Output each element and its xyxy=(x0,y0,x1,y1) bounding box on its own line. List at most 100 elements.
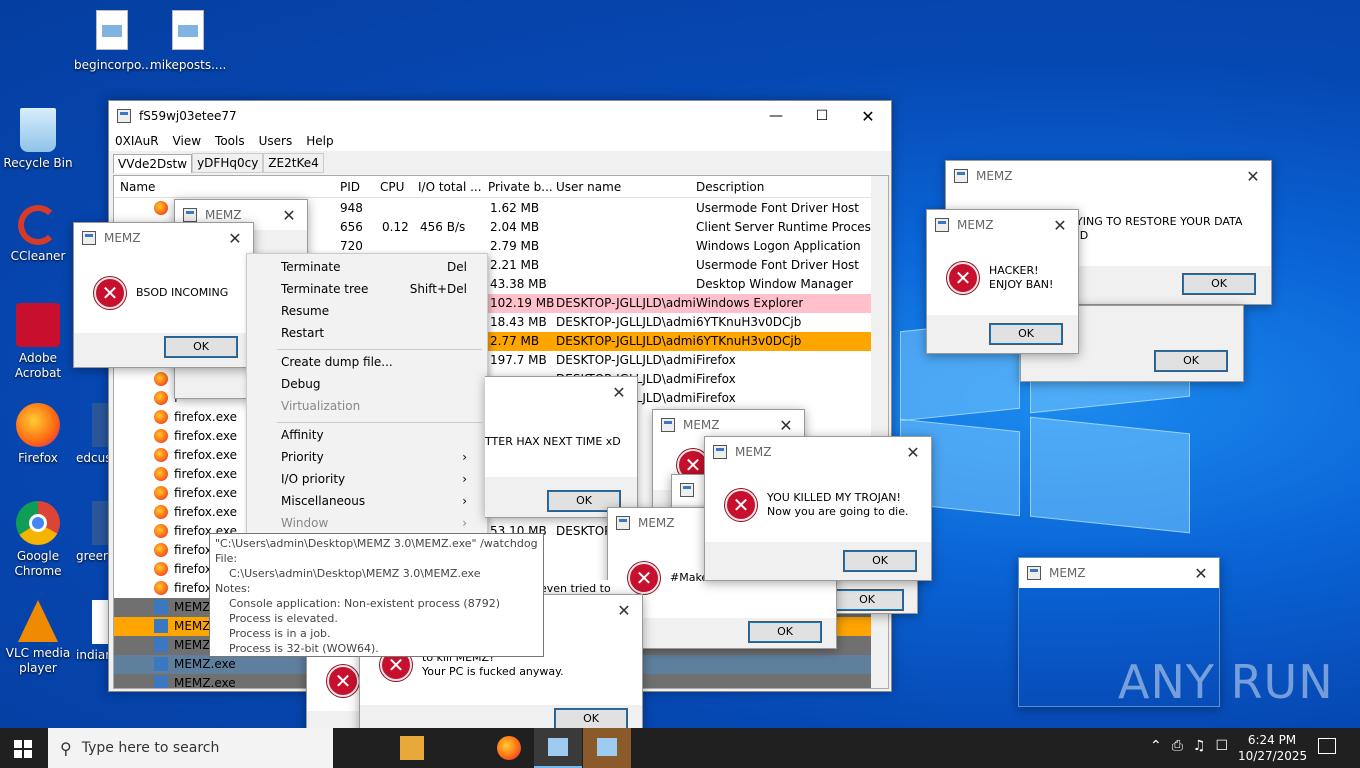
process-icon xyxy=(154,486,168,500)
close-icon[interactable]: ✕ xyxy=(217,229,253,248)
col-user[interactable]: User name xyxy=(556,176,621,198)
app-icon xyxy=(661,418,675,432)
minimize-icon[interactable]: — xyxy=(753,108,799,124)
close-icon[interactable]: ✕ xyxy=(895,443,931,462)
desktop-icon-label: Recycle Bin xyxy=(3,156,73,170)
clock[interactable]: 6:24 PM 10/27/2025 xyxy=(1238,732,1307,764)
col-name[interactable]: Name xyxy=(120,176,155,198)
context-menu-item[interactable]: Miscellaneous › xyxy=(247,491,487,511)
cell-pid: 948 xyxy=(340,199,363,218)
file-explorer-icon[interactable] xyxy=(400,736,424,760)
desktop-icon-label: CCleaner xyxy=(10,249,66,263)
cell-desc: Usermode Font Driver Host xyxy=(696,199,859,218)
tab-network[interactable]: ZE2tKe4 xyxy=(263,153,324,173)
menu-item-label: Virtualization xyxy=(281,399,361,413)
close-icon[interactable]: ✕ xyxy=(606,601,642,620)
desktop-icon-adobe-acrobat[interactable]: Adobe Acrobat xyxy=(0,303,76,381)
process-icon xyxy=(154,201,168,215)
tooltip-line: Process is in a job. xyxy=(215,627,331,640)
search-box[interactable]: ⚲ Type here to search xyxy=(48,728,333,768)
desktop-icon-file-1[interactable]: begincorpo... xyxy=(74,10,153,73)
dialog-title: MEMZ xyxy=(957,218,994,232)
ok-button[interactable]: OK xyxy=(554,708,628,730)
menu-bar: 0XIAuR View Tools Users Help xyxy=(109,131,891,151)
context-menu-item[interactable]: Affinity xyxy=(247,425,487,445)
desktop-icon-chrome[interactable]: Google Chrome xyxy=(0,501,76,579)
ok-button[interactable]: OK xyxy=(1182,273,1256,295)
taskbar-app-procexp[interactable] xyxy=(534,728,582,768)
column-header-row: Name PID CPU I/O total ... Private b... … xyxy=(114,176,888,198)
col-cpu[interactable]: CPU xyxy=(380,176,404,198)
memz-dialog-killed: MEMZ ✕ ✕ YOU KILLED MY TROJAN! Now you are… xyxy=(704,436,932,581)
menu-item-label: Terminate xyxy=(281,260,341,274)
cell-priv: 18.43 MB xyxy=(490,313,547,332)
tooltip-line: "C:\Users\admin\Desktop\MEMZ 3.0\MEMZ.ex… xyxy=(215,537,538,550)
desktop-icon-vlc[interactable]: VLC media player xyxy=(0,600,76,676)
firefox-taskbar-icon[interactable] xyxy=(497,736,521,760)
notification-icon[interactable] xyxy=(1318,738,1336,754)
menu-view[interactable]: View xyxy=(173,134,201,148)
col-description[interactable]: Description xyxy=(696,176,764,198)
close-icon[interactable]: ✕ xyxy=(845,107,891,126)
ccleaner-icon xyxy=(18,205,58,245)
cell-name: firefox.exe xyxy=(154,446,237,465)
cell-name: firefox.exe xyxy=(154,503,237,522)
ok-button[interactable]: OK xyxy=(843,550,917,572)
context-menu-item[interactable]: Virtualization xyxy=(247,396,487,416)
tooltip-line: Notes: xyxy=(215,582,251,595)
desktop-icon-file-2[interactable]: mikeposts.... xyxy=(150,10,226,73)
dialog-message: BSOD INCOMING xyxy=(136,286,229,299)
ok-button[interactable]: OK xyxy=(164,336,238,358)
close-icon[interactable]: ✕ xyxy=(601,383,637,402)
context-menu-item[interactable]: Debug xyxy=(247,374,487,394)
cell-user: DESKTOP xyxy=(556,522,611,541)
cell-desc: Windows Logon Application xyxy=(696,237,861,256)
col-pid[interactable]: PID xyxy=(340,176,360,198)
close-icon[interactable]: ✕ xyxy=(271,206,307,225)
taskbar-app-memz[interactable] xyxy=(583,728,631,768)
app-icon xyxy=(680,483,694,497)
dialog-title: MEMZ xyxy=(683,418,720,432)
menu-item-label: Affinity xyxy=(281,428,324,442)
menu-tools[interactable]: Tools xyxy=(215,134,245,148)
context-menu-item[interactable]: Priority › xyxy=(247,447,487,467)
cell-priv: 102.19 MB xyxy=(490,294,554,313)
close-icon[interactable]: ✕ xyxy=(1042,216,1078,235)
start-button[interactable] xyxy=(14,740,32,758)
cell-text: DESKTOP xyxy=(556,524,612,538)
desktop-icon-recycle-bin[interactable]: Recycle Bin xyxy=(0,108,76,171)
dialog-message: TTER HAX NEXT TIME xD xyxy=(485,435,621,448)
menu-0xiaur[interactable]: 0XIAuR xyxy=(115,134,159,148)
ok-button[interactable]: OK xyxy=(989,323,1063,345)
context-menu-item[interactable]: Terminate tree Shift+Del xyxy=(247,279,487,299)
desktop-icon-ccleaner[interactable]: CCleaner xyxy=(0,205,76,264)
cell-text: 656 xyxy=(340,220,363,234)
menu-help[interactable]: Help xyxy=(306,134,333,148)
ok-button[interactable]: OK xyxy=(830,589,904,611)
ok-button[interactable]: OK xyxy=(748,621,822,643)
menu-users[interactable]: Users xyxy=(259,134,293,148)
close-icon[interactable]: ✕ xyxy=(768,416,804,435)
desktop-icon-firefox[interactable]: Firefox xyxy=(0,403,76,466)
desktop-icon-label: Firefox xyxy=(18,451,58,465)
tab-services[interactable]: yDFHq0cy xyxy=(192,153,264,173)
menu-separator xyxy=(277,349,482,350)
context-menu-item[interactable]: Terminate Del xyxy=(247,257,487,277)
tray-icons[interactable]: ⌃⎙♫☐ xyxy=(1150,738,1238,754)
close-icon[interactable]: ✕ xyxy=(1235,167,1271,186)
context-menu-item[interactable]: Restart xyxy=(247,323,487,343)
context-menu-item[interactable]: I/O priority › xyxy=(247,469,487,489)
desktop-icon-label: indiar xyxy=(76,648,111,662)
col-io[interactable]: I/O total ... xyxy=(418,176,482,198)
col-private[interactable]: Private b... xyxy=(488,176,553,198)
context-menu-item[interactable]: Create dump file... xyxy=(247,352,487,372)
maximize-icon[interactable]: ☐ xyxy=(799,108,845,124)
ok-button[interactable]: OK xyxy=(1154,350,1228,372)
context-menu-item[interactable]: Resume xyxy=(247,301,487,321)
cell-name: firefox.exe xyxy=(154,427,237,446)
close-icon[interactable]: ✕ xyxy=(1183,564,1219,583)
cell-text: 456 B/s xyxy=(420,220,466,234)
tab-processes[interactable]: VVde2Dstw xyxy=(113,154,193,173)
cell-priv: 2.21 MB xyxy=(490,256,539,275)
context-menu-item[interactable]: Window › xyxy=(247,513,487,533)
